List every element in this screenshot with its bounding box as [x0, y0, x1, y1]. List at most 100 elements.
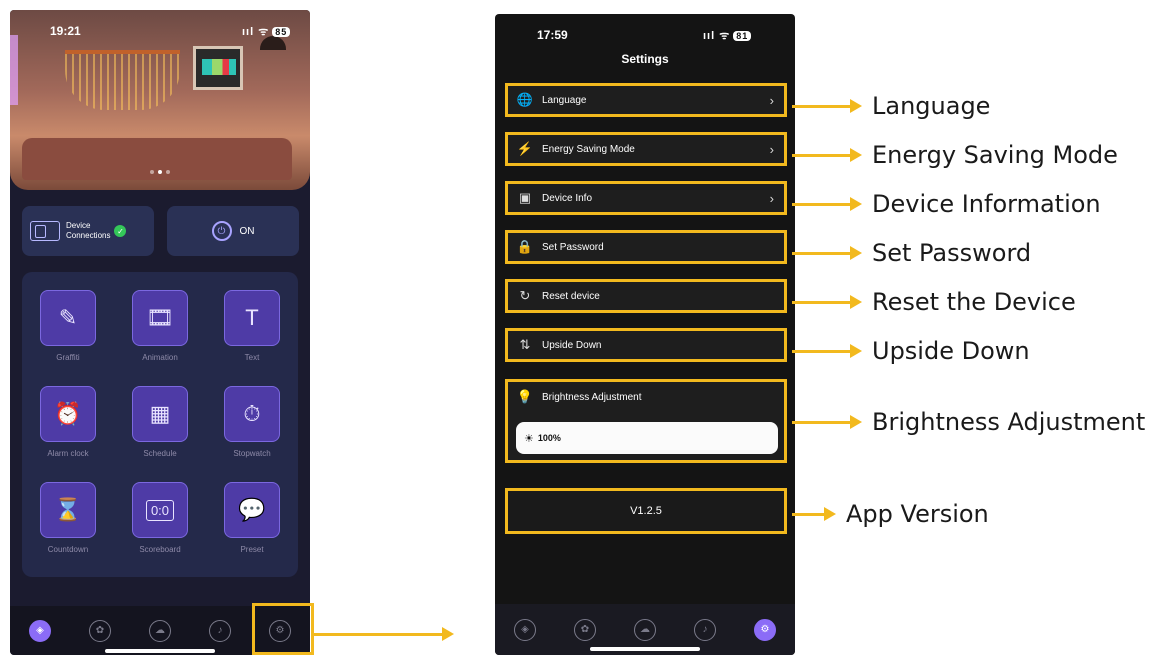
- tile-alarm-clock[interactable]: ⏰ Alarm clock: [22, 386, 114, 458]
- flower-icon[interactable]: ✿: [574, 618, 596, 641]
- music-icon[interactable]: ♪: [209, 619, 231, 642]
- compass-icon[interactable]: ◈: [29, 619, 51, 642]
- home-indicator: [105, 649, 215, 653]
- scoreboard-icon: 0:0: [145, 499, 175, 521]
- callout-brightness: Brightness Adjustment: [792, 408, 1145, 436]
- checkmark-icon: ✓: [114, 225, 127, 237]
- compass-icon[interactable]: ◈: [514, 618, 536, 641]
- callout-device-info: Device Information: [792, 190, 1101, 218]
- callout-label: Language: [872, 92, 991, 120]
- signal-wifi-icon: ııl ᯤ: [242, 26, 270, 38]
- hourglass-icon: ⌛: [54, 497, 82, 522]
- flip-icon: ⇅: [519, 337, 531, 352]
- cloud-icon[interactable]: ☁: [634, 618, 656, 641]
- callout-label: Energy Saving Mode: [872, 141, 1118, 169]
- setting-device-info[interactable]: ▣ Device Info ›: [505, 181, 787, 215]
- device-connections-label: Device Connections: [66, 221, 111, 240]
- room-preview[interactable]: 19:21 ııl ᯤ 85: [10, 10, 310, 190]
- page-title: Settings: [621, 52, 669, 66]
- chat-icon: 💬: [238, 497, 266, 522]
- chevron-right-icon: ›: [769, 190, 774, 206]
- device-connections-button[interactable]: Device Connections ✓: [22, 206, 154, 256]
- settings-screen: 17:59 ııl ᯤ 81 Settings 🌐 Language › ⚡ En…: [495, 14, 795, 655]
- setting-brightness: 💡 Brightness Adjustment ☀ 100%: [505, 379, 787, 463]
- carousel-dots[interactable]: [150, 170, 170, 174]
- callout-reset-device: Reset the Device: [792, 288, 1076, 316]
- energy-icon: ⚡: [516, 141, 534, 156]
- battery-icon: 81: [733, 31, 752, 41]
- tile-countdown[interactable]: ⌛ Countdown: [22, 482, 114, 554]
- power-label: ON: [239, 225, 255, 237]
- light-strip: [10, 35, 18, 105]
- garland-lights: [65, 50, 180, 110]
- tile-label: Preset: [240, 545, 264, 554]
- callout-label: Device Information: [872, 190, 1101, 218]
- tile-label: Countdown: [47, 545, 89, 554]
- status-time: 17:59: [537, 28, 568, 42]
- setting-language[interactable]: 🌐 Language ›: [505, 83, 787, 117]
- carousel-dot: [166, 170, 170, 174]
- setting-energy-saving[interactable]: ⚡ Energy Saving Mode ›: [505, 132, 787, 166]
- callout-label: Set Password: [872, 239, 1032, 267]
- signal-wifi-icon: ııl ᯤ: [703, 30, 731, 42]
- setting-reset-device[interactable]: ↻ Reset device: [505, 279, 787, 313]
- status-icons: ııl ᯤ 81: [703, 28, 752, 43]
- home-indicator: [590, 647, 700, 651]
- tile-label: Scoreboard: [139, 545, 181, 554]
- devices-icon: [30, 221, 60, 241]
- brightness-label: Brightness Adjustment: [542, 391, 642, 403]
- callout-set-password: Set Password: [792, 239, 1031, 267]
- app-version: V1.2.5: [505, 488, 787, 534]
- tile-preset[interactable]: 💬 Preset: [206, 482, 298, 554]
- tile-animation[interactable]: 🎞 Animation: [114, 290, 206, 362]
- callout-language: Language: [792, 92, 990, 120]
- pixel-display-frame: [193, 46, 243, 90]
- setting-label: Device Info: [542, 192, 593, 204]
- status-icons: ııl ᯤ 85: [242, 24, 291, 39]
- tile-scoreboard[interactable]: 0:0 Scoreboard: [114, 482, 206, 554]
- music-icon[interactable]: ♪: [694, 618, 716, 641]
- sun-icon: ☀: [524, 432, 534, 445]
- carousel-dot-active: [158, 170, 162, 174]
- tile-graffiti[interactable]: ✎ Graffiti: [22, 290, 114, 362]
- callout-label: Reset the Device: [872, 288, 1076, 316]
- home-screen: 19:21 ııl ᯤ 85 Device Connections ✓ ⏻ ON …: [10, 10, 310, 655]
- setting-upside-down[interactable]: ⇅ Upside Down: [505, 328, 787, 362]
- cloud-icon[interactable]: ☁: [149, 619, 171, 642]
- power-toggle[interactable]: ⏻ ON: [167, 206, 299, 256]
- gear-icon[interactable]: ⚙: [754, 618, 776, 641]
- setting-label: Language: [542, 94, 587, 106]
- battery-icon: 85: [272, 27, 291, 37]
- tile-label: Animation: [142, 353, 178, 362]
- stopwatch-icon: ⏱: [243, 401, 261, 426]
- bulb-icon: 💡: [516, 389, 534, 404]
- tile-stopwatch[interactable]: ⏱ Stopwatch: [206, 386, 298, 458]
- callout-upside-down: Upside Down: [792, 337, 1030, 365]
- lock-icon: 🔒: [516, 239, 534, 254]
- flower-icon[interactable]: ✿: [89, 619, 111, 642]
- setting-label: Energy Saving Mode: [542, 143, 635, 155]
- globe-icon: 🌐: [516, 92, 534, 107]
- feature-grid: ✎ Graffiti 🎞 Animation T Text ⏰ Alarm cl…: [22, 272, 298, 577]
- text-icon: T: [245, 305, 259, 330]
- callout-label: Upside Down: [872, 337, 1030, 365]
- settings-arrow: [314, 627, 454, 641]
- calendar-icon: ▦: [149, 401, 171, 426]
- tile-label: Schedule: [143, 449, 177, 458]
- tile-schedule[interactable]: ▦ Schedule: [114, 386, 206, 458]
- reset-icon: ↻: [519, 288, 531, 303]
- status-time: 19:21: [50, 24, 81, 38]
- setting-set-password[interactable]: 🔒 Set Password: [505, 230, 787, 264]
- carousel-dot: [150, 170, 154, 174]
- brightness-value: 100%: [537, 433, 561, 443]
- chevron-right-icon: ›: [769, 141, 774, 157]
- alarm-icon: ⏰: [54, 401, 82, 426]
- callout-energy-saving: Energy Saving Mode: [792, 141, 1118, 169]
- brightness-slider[interactable]: ☀ 100%: [516, 422, 778, 454]
- palette-icon: ✎: [58, 305, 78, 330]
- power-icon: ⏻: [211, 221, 232, 241]
- callout-app-version: App Version: [792, 500, 989, 528]
- callout-label: Brightness Adjustment: [872, 408, 1146, 436]
- tile-label: Stopwatch: [233, 449, 271, 458]
- tile-text[interactable]: T Text: [206, 290, 298, 362]
